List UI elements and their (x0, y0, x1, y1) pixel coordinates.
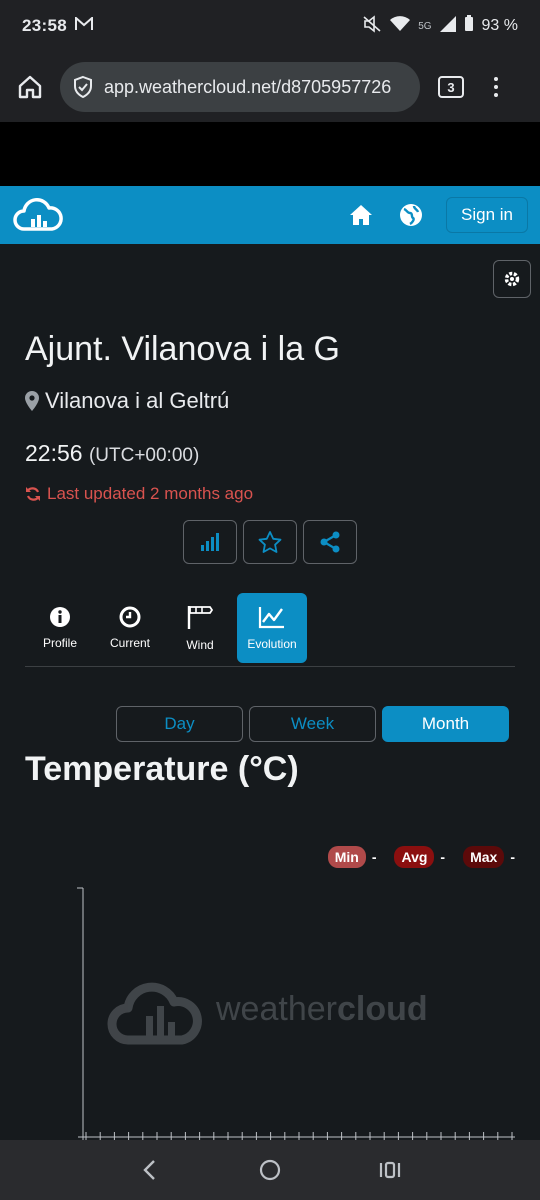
location-text: Vilanova i al Geltrú (45, 388, 230, 413)
watermark-text-bold: cloud (337, 990, 428, 1028)
windsock-icon (187, 606, 214, 629)
back-icon (143, 1160, 155, 1180)
tab-current[interactable]: Current (95, 593, 165, 663)
globe-icon (400, 204, 423, 226)
signal-icon (439, 15, 456, 37)
period-week-button[interactable]: Week (249, 706, 376, 742)
gear-icon (504, 271, 520, 287)
navbar-actions: Sign in (336, 197, 528, 233)
settings-button[interactable] (493, 260, 531, 298)
battery-icon (464, 15, 474, 37)
favorite-button[interactable] (243, 520, 297, 564)
line-chart-icon (258, 607, 284, 629)
clock-icon (119, 606, 141, 628)
system-nav-bar (0, 1140, 540, 1200)
status-icons: 5G 93 % (362, 14, 518, 38)
period-month-button[interactable]: Month (382, 706, 509, 742)
legend-max-value: - (510, 849, 515, 865)
recents-button[interactable] (375, 1155, 405, 1185)
station-time: 22:56 (UTC+00:00) (25, 440, 199, 467)
station-location: Vilanova i al Geltrú (25, 388, 229, 414)
browser-menu-button[interactable] (494, 77, 498, 97)
tab-wind[interactable]: Wind (165, 593, 235, 663)
temperature-chart: weathercloud (77, 887, 515, 1140)
watermark-bar (146, 1016, 153, 1036)
menu-dot (494, 77, 498, 81)
info-icon (50, 607, 70, 627)
tab-evolution[interactable]: Evolution (237, 593, 307, 663)
home-nav-button[interactable] (255, 1155, 285, 1185)
chart-watermark: weathercloud (107, 982, 428, 1045)
station-timezone: (UTC+00:00) (88, 445, 200, 466)
address-bar[interactable]: app.weathercloud.net/d8705957726 (60, 62, 420, 112)
site-security-icon (74, 75, 92, 99)
station-tabs: Profile Current Wind Evolution (25, 593, 515, 667)
recents-icon (379, 1161, 401, 1179)
network-type: 5G (418, 20, 432, 32)
gmail-icon (74, 15, 93, 36)
url-text: app.weathercloud.net/d8705957726 (104, 76, 392, 97)
last-updated: Last updated 2 months ago (25, 484, 253, 504)
map-marker-icon (25, 391, 39, 411)
site-navbar: Sign in (0, 186, 540, 244)
back-button[interactable] (135, 1155, 165, 1185)
sign-in-button[interactable]: Sign in (446, 197, 528, 233)
bar-chart-icon (201, 533, 219, 551)
mute-icon (362, 14, 382, 38)
battery-level: 93 % (481, 17, 518, 34)
menu-dot (494, 85, 498, 89)
station-page: Ajunt. Vilanova i la G Vilanova i al Gel… (0, 244, 540, 1140)
legend-avg-value: - (440, 849, 446, 865)
station-time-value: 22:56 (25, 440, 83, 466)
tab-label: Evolution (247, 637, 297, 651)
tab-label: Profile (42, 636, 77, 650)
weathercloud-logo-icon[interactable] (12, 195, 64, 235)
period-selector: Day Week Month (116, 706, 509, 742)
legend-min-value: - (371, 849, 377, 865)
refresh-icon (26, 487, 40, 501)
tab-label: Wind (186, 638, 214, 652)
status-time: 23:58 (22, 16, 67, 35)
tab-switcher-button[interactable]: 3 (438, 76, 464, 98)
home-icon (350, 205, 373, 225)
legend-avg-badge[interactable]: Avg (394, 846, 435, 868)
last-updated-text: Last updated 2 months ago (47, 484, 254, 503)
browser-toolbar: app.weathercloud.net/d8705957726 3 (0, 52, 540, 122)
period-day-button[interactable]: Day (116, 706, 243, 742)
watermark-cloud-icon (107, 982, 202, 1045)
star-icon (258, 531, 282, 553)
share-button[interactable] (303, 520, 357, 564)
home-circle-icon (259, 1159, 281, 1181)
watermark-bar (157, 1006, 164, 1036)
legend-min-badge[interactable]: Min (327, 846, 366, 868)
home-icon (18, 75, 42, 99)
status-bar: 23:58 5G 93 % (0, 0, 540, 52)
x-axis-ticks (85, 1132, 513, 1140)
watermark-text-light: weather (215, 990, 337, 1028)
menu-dot (494, 93, 498, 97)
watermark-text: weathercloud (215, 990, 428, 1028)
tab-profile[interactable]: Profile (25, 593, 95, 663)
watermark-bar (168, 1022, 175, 1036)
stats-button[interactable] (183, 520, 237, 564)
chart-legend: Min - Avg - Max - (327, 846, 515, 868)
browser-home-button[interactable] (12, 69, 48, 105)
page-top-band (0, 122, 540, 186)
wifi-icon (390, 15, 411, 37)
map-button[interactable] (398, 202, 424, 228)
station-title: Ajunt. Vilanova i la G (25, 330, 340, 368)
legend-max-badge[interactable]: Max (463, 846, 505, 868)
share-icon (320, 531, 340, 553)
tab-label: Current (109, 636, 150, 650)
station-actions (183, 520, 357, 564)
chart-title: Temperature (°C) (25, 750, 299, 788)
site-home-button[interactable] (348, 202, 374, 228)
